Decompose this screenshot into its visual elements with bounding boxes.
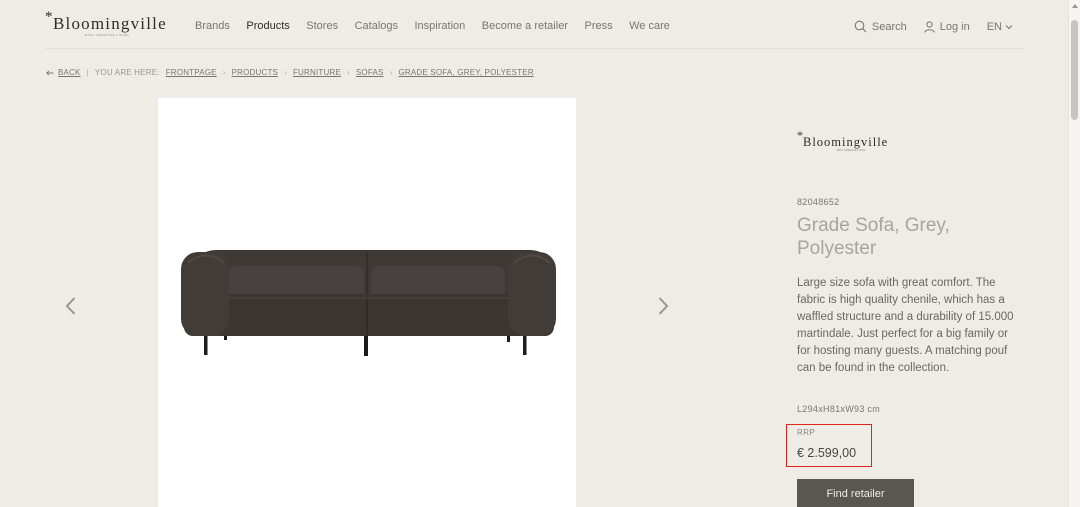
breadcrumb-frontpage[interactable]: FRONTPAGE xyxy=(166,68,217,77)
nav-stores[interactable]: Stores xyxy=(306,20,338,32)
login-button[interactable]: Log in xyxy=(924,21,970,33)
breadcrumb-prefix: YOU ARE HERE: xyxy=(94,68,160,77)
find-retailer-button[interactable]: Find retailer xyxy=(797,479,914,507)
nav-catalogs[interactable]: Catalogs xyxy=(355,20,398,32)
scrollbar[interactable] xyxy=(1068,0,1080,507)
logo-star: * xyxy=(45,9,53,25)
breadcrumb-divider: | xyxy=(86,68,89,77)
breadcrumb-separator: › xyxy=(347,68,350,77)
breadcrumb-furniture[interactable]: FURNITURE xyxy=(293,68,341,77)
login-label: Log in xyxy=(939,20,970,33)
rrp-label: RRP xyxy=(797,428,816,437)
main-nav: Brands Products Stores Catalogs Inspirat… xyxy=(195,20,686,32)
chevron-down-icon xyxy=(1005,24,1013,29)
nav-press[interactable]: Press xyxy=(584,20,612,32)
search-label: Search xyxy=(871,20,907,33)
nav-we-care[interactable]: We care xyxy=(629,20,670,32)
breadcrumb-sofas[interactable]: SOFAS xyxy=(356,68,384,77)
user-icon xyxy=(924,20,935,33)
breadcrumb-back-link[interactable]: BACK xyxy=(58,68,81,77)
nav-inspiration[interactable]: Inspiration xyxy=(415,20,466,32)
product-dimensions: L294xH81xW93 cm xyxy=(797,404,881,414)
nav-products[interactable]: Products xyxy=(246,20,289,32)
product-title: Grade Sofa, Grey, Polyester xyxy=(797,215,950,259)
search-button[interactable]: Search xyxy=(854,20,907,33)
chevron-right-icon[interactable] xyxy=(656,296,670,316)
nav-become-retailer[interactable]: Become a retailer xyxy=(482,20,568,32)
language-selector[interactable]: EN xyxy=(987,21,1013,33)
scroll-up-icon[interactable] xyxy=(1072,4,1078,8)
breadcrumb-products[interactable]: PRODUCTS xyxy=(232,68,279,77)
product-sku: 82048652 xyxy=(797,197,840,207)
breadcrumb-separator: › xyxy=(222,68,226,77)
language-label: EN xyxy=(986,20,1002,33)
header-actions: Search Log in EN xyxy=(837,20,1013,33)
breadcrumb-current[interactable]: GRADE SOFA, GREY, POLYESTER xyxy=(398,68,533,77)
nav-brands[interactable]: Brands xyxy=(195,20,230,32)
search-icon xyxy=(854,20,867,33)
brand-name: Bloomingville xyxy=(803,135,889,149)
product-description: Large size sofa with great comfort. The … xyxy=(797,277,1014,374)
chevron-left-icon[interactable] xyxy=(64,296,78,316)
brand-tagline: EASY CREATIVE LIVING xyxy=(837,149,866,152)
breadcrumb-separator: › xyxy=(284,68,287,77)
scrollbar-thumb[interactable] xyxy=(1071,20,1078,120)
logo-tagline: EASY CREATIVE LIVING xyxy=(85,33,130,37)
breadcrumb-separator: › xyxy=(389,68,393,77)
product-image xyxy=(158,98,576,507)
logo-text: Bloomingville xyxy=(53,14,167,33)
arrow-left-icon[interactable] xyxy=(46,69,54,76)
sofa-image xyxy=(181,250,556,356)
breadcrumb: BACK | YOU ARE HERE: FRONTPAGE › PRODUCT… xyxy=(46,68,534,77)
site-header: * Bloomingville EASY CREATIVE LIVING Bra… xyxy=(45,0,1025,49)
product-price: € 2.599,00 xyxy=(797,446,857,460)
